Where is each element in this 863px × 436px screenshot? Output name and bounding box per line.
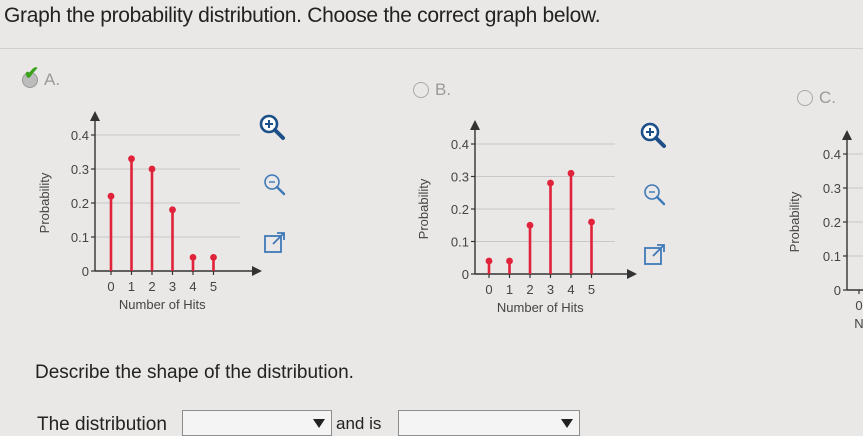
bar-point bbox=[128, 155, 135, 163]
bar-point bbox=[588, 218, 595, 226]
y-axis-arrow bbox=[470, 120, 480, 130]
checkmark-icon: ✔ bbox=[24, 63, 40, 83]
y-axis-label: Probability bbox=[37, 172, 52, 233]
x-tick-label: 4 bbox=[567, 282, 574, 297]
bar-point bbox=[506, 257, 513, 265]
bar-point bbox=[485, 257, 493, 265]
y-axis-label: Probability bbox=[787, 191, 802, 252]
x-tick-label: 0 bbox=[485, 282, 492, 297]
x-axis-arrow bbox=[627, 269, 637, 279]
x-tick-label: 4 bbox=[189, 279, 196, 294]
open-new-window-icon[interactable] bbox=[640, 240, 670, 270]
option-c[interactable]: C. bbox=[797, 88, 836, 108]
x-axis-arrow bbox=[252, 266, 262, 276]
y-tick-label: 0.2 bbox=[71, 196, 89, 211]
chevron-down-icon bbox=[561, 419, 573, 428]
x-tick-label: 3 bbox=[547, 282, 554, 297]
y-tick-label: 0.1 bbox=[71, 230, 89, 245]
y-axis-arrow bbox=[90, 111, 100, 121]
y-tick-label: 0.2 bbox=[451, 202, 469, 217]
option-c-label: C. bbox=[819, 88, 836, 107]
x-tick-label: 5 bbox=[210, 279, 217, 294]
answer-prefix: The distribution bbox=[37, 414, 167, 435]
x-tick-label: 1 bbox=[128, 279, 135, 294]
option-a[interactable]: ✔ A. bbox=[22, 63, 61, 90]
chart-c: 0 0.1 0.2 0.3 0.4 0 N Probability bbox=[787, 130, 863, 331]
y-tick-label: 0.2 bbox=[823, 215, 841, 230]
x-axis-label: N bbox=[854, 316, 863, 331]
y-tick-label: 0.4 bbox=[451, 137, 469, 152]
x-axis-label: Number of Hits bbox=[119, 297, 206, 312]
option-b[interactable]: B. bbox=[413, 80, 451, 100]
bar-point bbox=[210, 254, 217, 261]
question-text: Graph the probability distribution. Choo… bbox=[4, 4, 601, 27]
zoom-out-icon[interactable] bbox=[640, 180, 670, 210]
y-tick-label: 0.1 bbox=[823, 249, 841, 264]
option-b-label: B. bbox=[435, 80, 452, 99]
y-tick-label: 0.1 bbox=[451, 235, 469, 250]
describe-prompt: Describe the shape of the distribution. bbox=[35, 362, 354, 383]
y-tick-label: 0 bbox=[834, 283, 841, 298]
x-axis-label: Number of Hits bbox=[497, 300, 584, 315]
y-axis-label: Probability bbox=[416, 178, 431, 239]
x-tick-label: 2 bbox=[526, 282, 533, 297]
y-tick-label: 0 bbox=[82, 264, 89, 279]
y-axis-arrow bbox=[842, 130, 852, 140]
y-tick-label: 0.3 bbox=[823, 181, 841, 196]
chevron-down-icon bbox=[313, 419, 325, 428]
zoom-out-icon[interactable] bbox=[260, 170, 290, 200]
bar-point bbox=[169, 206, 176, 214]
bar-point bbox=[189, 254, 197, 261]
skew-select[interactable] bbox=[398, 410, 580, 436]
shape-select[interactable] bbox=[182, 410, 332, 436]
option-a-label: A. bbox=[44, 70, 61, 89]
chart-b: 00.10.20.30.40 1 2 3 4 5Number of HitsProbabi… bbox=[416, 120, 637, 315]
answer-middle: and is bbox=[336, 414, 382, 433]
y-tick-label: 0.3 bbox=[71, 162, 89, 177]
y-tick-label: 0.4 bbox=[71, 128, 89, 143]
radio-a[interactable]: ✔ bbox=[22, 63, 39, 88]
zoom-in-icon[interactable] bbox=[257, 112, 287, 142]
x-tick-label: 1 bbox=[506, 282, 513, 297]
radio-b[interactable] bbox=[413, 82, 429, 98]
open-new-window-icon[interactable] bbox=[260, 228, 290, 258]
x-tick-label: 2 bbox=[148, 279, 155, 294]
zoom-in-icon[interactable] bbox=[638, 120, 668, 150]
y-tick-label: 0.4 bbox=[823, 147, 841, 162]
bar-point bbox=[547, 179, 554, 187]
bar-point bbox=[107, 192, 115, 200]
bar-point bbox=[526, 221, 534, 229]
radio-c[interactable] bbox=[797, 90, 813, 106]
x-tick-label: 3 bbox=[169, 279, 176, 294]
divider bbox=[0, 48, 863, 49]
x-tick-label: 0 bbox=[855, 298, 862, 313]
y-tick-label: 0 bbox=[462, 267, 469, 282]
bar-point bbox=[148, 165, 156, 173]
y-tick-label: 0.3 bbox=[451, 170, 469, 185]
chart-a: 00.10.20.30.40 1 2 3 4 5Number of HitsProbabi… bbox=[37, 111, 262, 312]
bar-point bbox=[567, 169, 575, 177]
x-tick-label: 5 bbox=[588, 282, 595, 297]
x-tick-label: 0 bbox=[107, 279, 114, 294]
